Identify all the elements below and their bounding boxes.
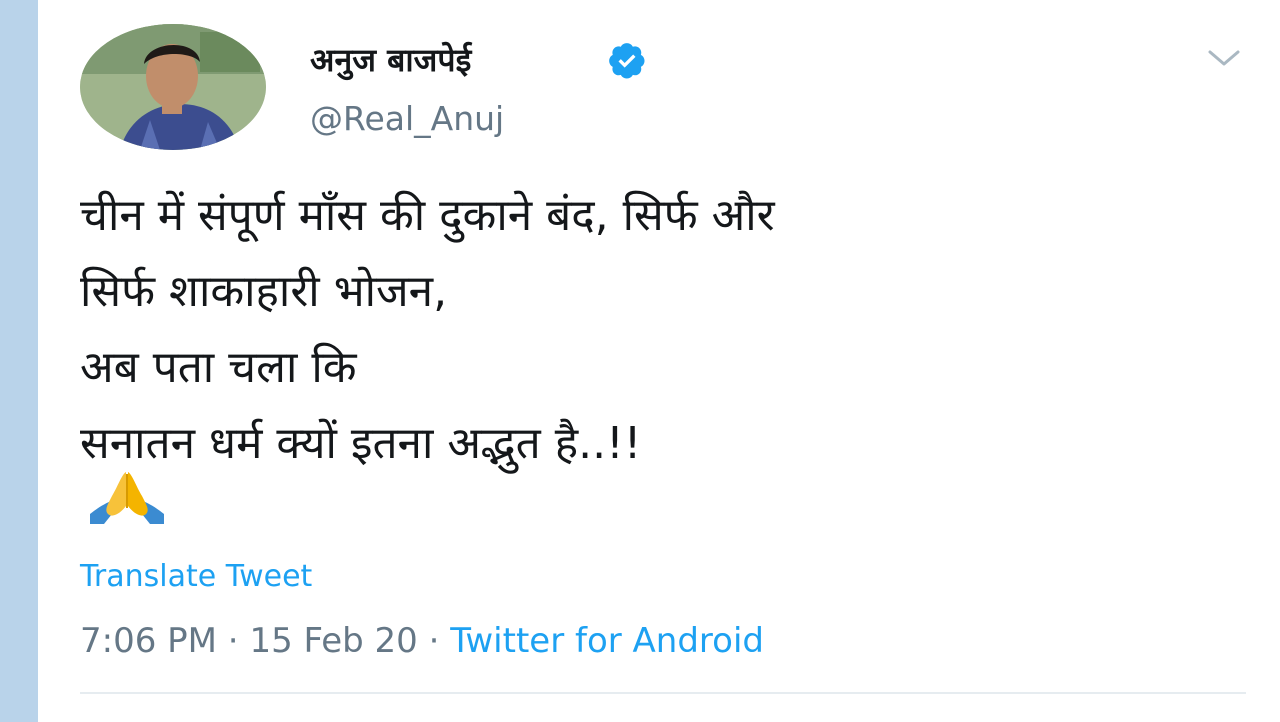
tweet-source-link[interactable]: Twitter for Android	[450, 621, 764, 661]
left-border-bar	[0, 0, 38, 722]
tweet-text-line: सिर्फ शाकाहारी भोजन,	[80, 266, 448, 317]
tweet-meta: 7:06 PM · 15 Feb 20 · Twitter for Androi…	[80, 618, 764, 664]
folded-hands-emoji-icon	[90, 472, 164, 524]
verified-badge-icon	[609, 43, 645, 79]
user-handle[interactable]: @Real_Anuj	[310, 98, 504, 140]
tweet-text: चीन में संपूर्ण माँस की दुकाने बंद, सिर्…	[80, 178, 1250, 482]
display-name[interactable]: अनुज बाजपेई	[310, 38, 471, 82]
tweet-text-line: अब पता चला कि	[80, 342, 357, 393]
divider	[80, 692, 1246, 694]
tweet-date: 15 Feb 20	[249, 621, 418, 661]
avatar[interactable]	[80, 24, 266, 150]
tweet-text-line: चीन में संपूर्ण माँस की दुकाने बंद, सिर्…	[80, 190, 775, 241]
translate-tweet-link[interactable]: Translate Tweet	[80, 556, 312, 598]
meta-separator: ·	[217, 621, 250, 661]
tweet-card: अनुज बाजपेई @Real_Anuj चीन में संपूर्ण म…	[38, 0, 1280, 722]
tweet-time: 7:06 PM	[80, 621, 217, 661]
tweet-text-line: सनातन धर्म क्यों इतना अद्भुत है..!!	[80, 418, 642, 469]
chevron-down-icon[interactable]	[1204, 44, 1244, 72]
meta-separator: ·	[417, 621, 451, 661]
